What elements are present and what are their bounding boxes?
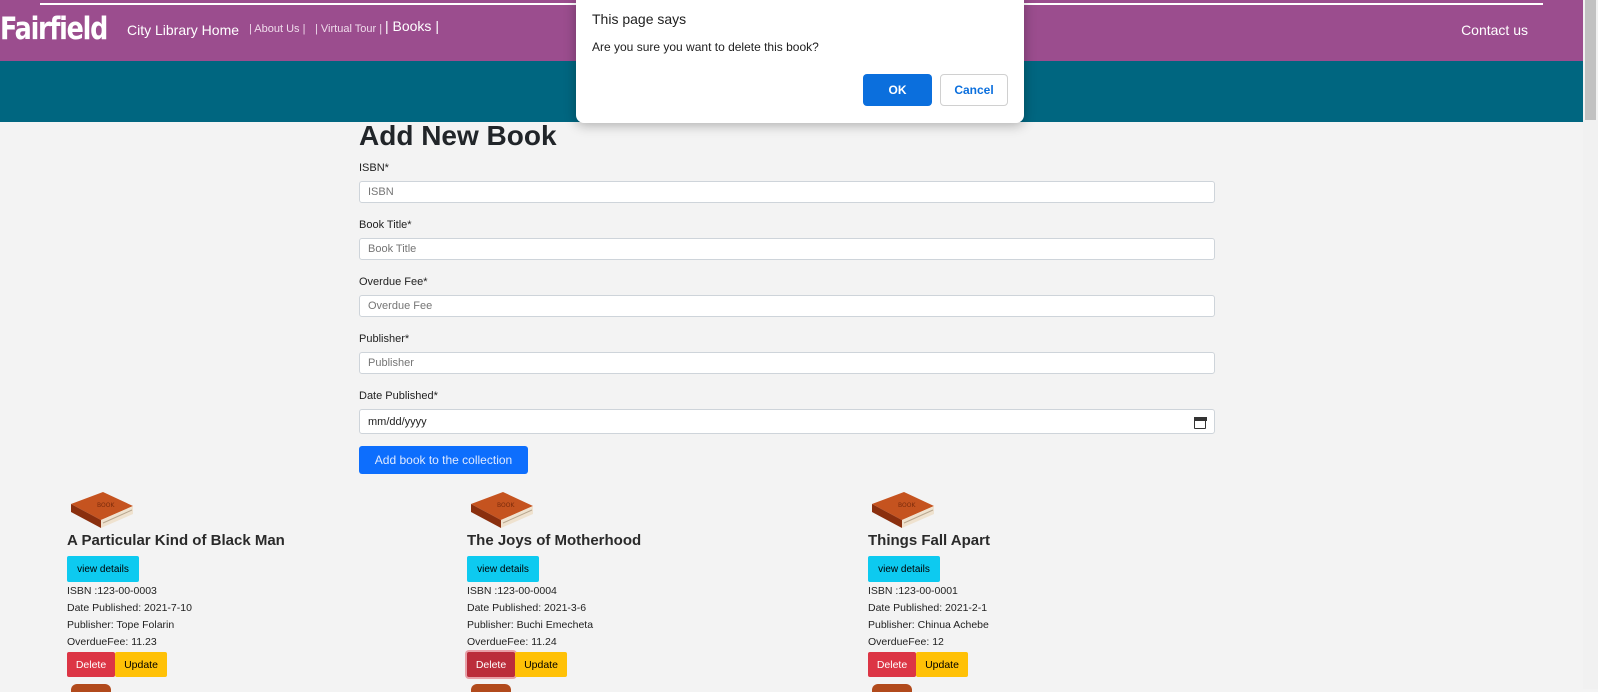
date-published-label: Date Published*: [359, 390, 438, 402]
delete-button[interactable]: Delete: [868, 652, 916, 677]
nav-link-about[interactable]: | About Us |: [249, 23, 305, 35]
book-overdue-fee: OverdueFee: 11.23: [67, 636, 157, 648]
nav-link-books[interactable]: | Books |: [385, 18, 439, 34]
form-title: Add New Book: [359, 120, 557, 151]
overdue-fee-input[interactable]: [359, 295, 1215, 317]
book-date-published: Date Published: 2021-2-1: [868, 602, 988, 614]
svg-text:BOOK: BOOK: [898, 502, 916, 509]
nav-link-virtual-tour[interactable]: | Virtual Tour |: [315, 23, 382, 35]
book-icon: BOOK: [872, 492, 934, 528]
view-details-button[interactable]: view details: [868, 556, 940, 582]
book-isbn: ISBN :123-00-0004: [467, 585, 557, 597]
isbn-label: ISBN*: [359, 162, 389, 174]
book-isbn: ISBN :123-00-0003: [67, 585, 157, 597]
book-title-input[interactable]: [359, 238, 1215, 260]
dialog-cancel-button[interactable]: Cancel: [940, 74, 1008, 106]
dialog-title: This page says: [592, 11, 687, 27]
confirm-dialog: This page says Are you sure you want to …: [576, 0, 1024, 123]
book-icon: [872, 684, 912, 692]
book-date-published: Date Published: 2021-3-6: [467, 602, 587, 614]
delete-button[interactable]: Delete: [67, 652, 115, 677]
nav-link-contact[interactable]: Contact us: [1461, 22, 1528, 38]
brand-logo[interactable]: Fairfield: [0, 11, 108, 47]
update-button[interactable]: Update: [515, 652, 567, 677]
book-publisher: Publisher: Tope Folarin: [67, 619, 175, 631]
vertical-scrollbar[interactable]: [1583, 0, 1598, 689]
nav-link-home[interactable]: City Library Home: [127, 22, 239, 38]
date-published-input[interactable]: mm/dd/yyyy: [359, 409, 1215, 434]
svg-text:BOOK: BOOK: [497, 502, 515, 509]
book-isbn: ISBN :123-00-0001: [868, 585, 958, 597]
date-placeholder: mm/dd/yyyy: [368, 416, 427, 428]
book-publisher: Publisher: Chinua Achebe: [868, 619, 989, 631]
book-icon: BOOK: [471, 492, 533, 528]
book-publisher: Publisher: Buchi Emecheta: [467, 619, 594, 631]
svg-text:BOOK: BOOK: [97, 502, 115, 509]
book-title-label: Book Title*: [359, 219, 412, 231]
publisher-input[interactable]: [359, 352, 1215, 374]
book-date-published: Date Published: 2021-7-10: [67, 602, 192, 614]
publisher-label: Publisher*: [359, 333, 410, 345]
view-details-button[interactable]: view details: [67, 556, 139, 582]
update-button[interactable]: Update: [115, 652, 167, 677]
update-button[interactable]: Update: [916, 652, 968, 677]
calendar-icon[interactable]: [1193, 416, 1207, 429]
add-book-button[interactable]: Add book to the collection: [359, 446, 528, 474]
isbn-input[interactable]: [359, 181, 1215, 203]
delete-button[interactable]: Delete: [467, 652, 515, 677]
book-title[interactable]: The Joys of Motherhood: [467, 532, 641, 549]
dialog-message: Are you sure you want to delete this boo…: [592, 40, 819, 54]
book-overdue-fee: OverdueFee: 12: [868, 636, 944, 648]
view-details-button[interactable]: view details: [467, 556, 539, 582]
book-icon: [471, 684, 511, 692]
scrollbar-thumb[interactable]: [1585, 0, 1596, 120]
dialog-ok-button[interactable]: OK: [863, 74, 932, 106]
book-title[interactable]: A Particular Kind of Black Man: [67, 532, 285, 549]
book-icon: BOOK: [71, 492, 133, 528]
overdue-fee-label: Overdue Fee*: [359, 276, 428, 288]
book-overdue-fee: OverdueFee: 11.24: [467, 636, 557, 648]
book-icon: [71, 684, 111, 692]
book-title[interactable]: Things Fall Apart: [868, 532, 990, 549]
